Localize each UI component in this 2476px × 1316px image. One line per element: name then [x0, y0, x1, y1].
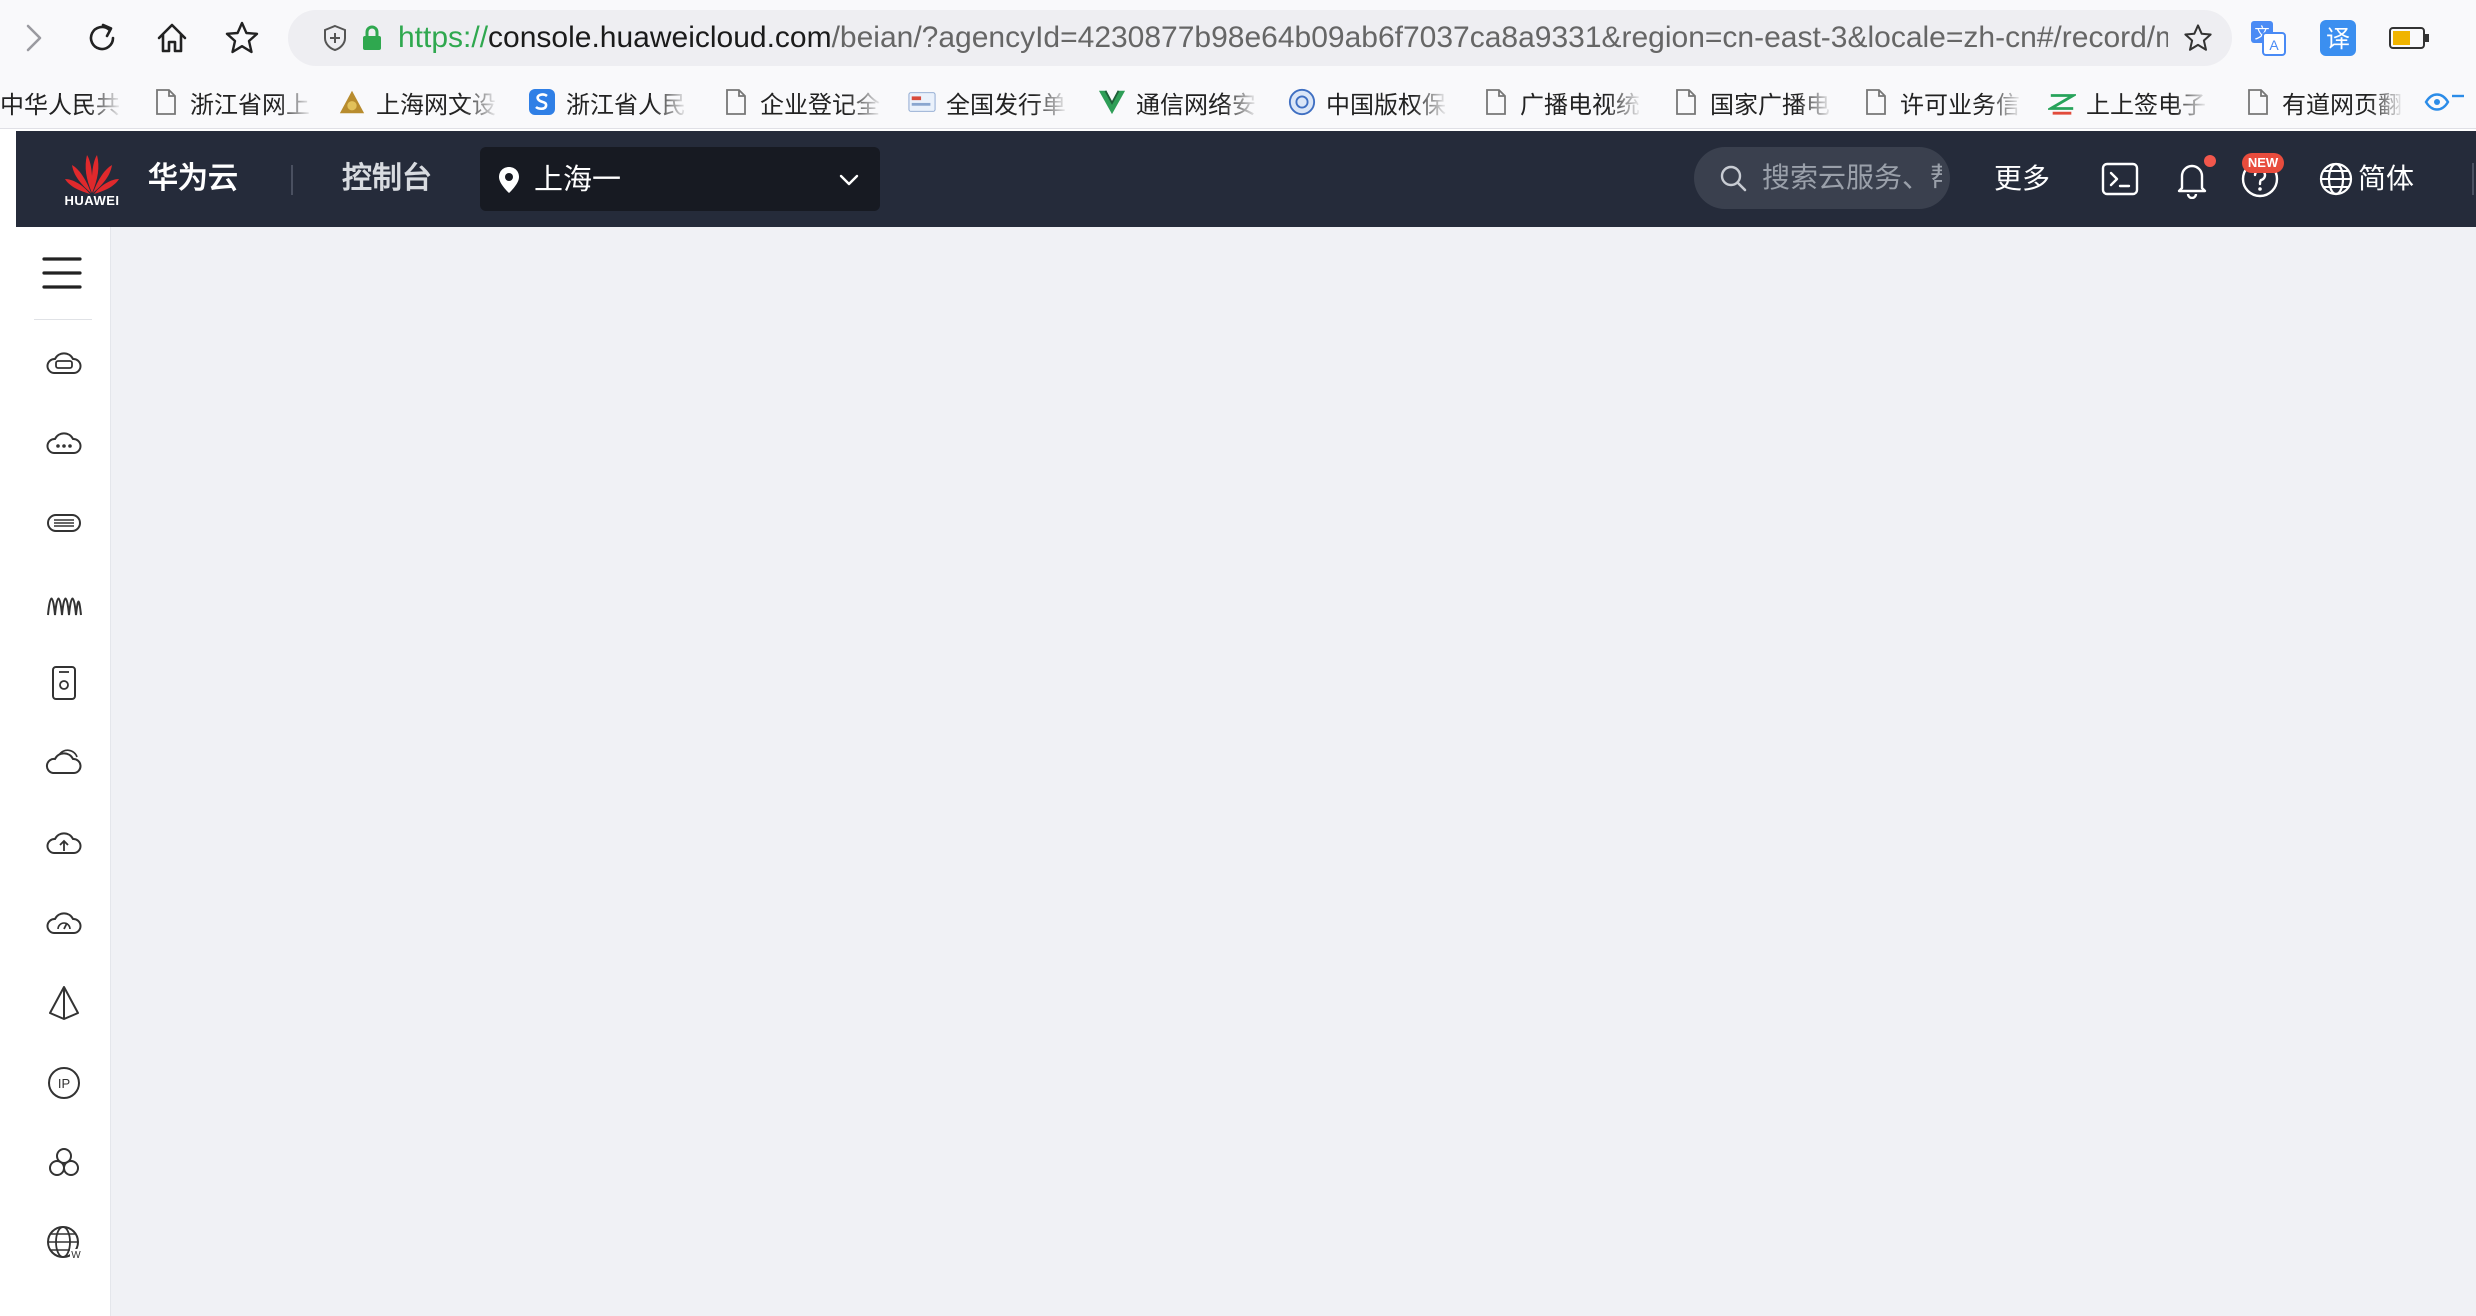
- bookmark-item[interactable]: 广播电视统: [1482, 76, 1642, 128]
- header-divider: [2472, 163, 2474, 195]
- page-icon: [1672, 88, 1700, 116]
- url-scheme: https://: [398, 21, 489, 54]
- location-pin-icon: [496, 165, 522, 195]
- bookmark-label: 企业登记全: [760, 90, 880, 119]
- bookmark-label: 浙江省网上: [190, 90, 310, 119]
- page-icon: [722, 88, 750, 116]
- ecs-icon[interactable]: [42, 341, 86, 385]
- menu-icon[interactable]: [42, 255, 82, 291]
- home-icon[interactable]: [148, 14, 196, 62]
- bookmark-item[interactable]: 上海网文设: [338, 76, 498, 128]
- region-label: 上海一: [534, 162, 622, 196]
- url-text[interactable]: https://console.huaweicloud.com/beian/?a…: [398, 10, 2168, 66]
- bookmark-label: 浙江省人民: [566, 90, 686, 119]
- svg-text:W: W: [71, 1250, 81, 1261]
- modelarts-icon[interactable]: [42, 981, 86, 1025]
- console-header: HUAWEI 华为云 控制台 上海一 更多 NEW 简体: [16, 131, 2476, 227]
- bookmark-item[interactable]: 上上签电子: [2048, 76, 2208, 128]
- console-link[interactable]: 控制台: [342, 131, 432, 227]
- green-v-icon: [1098, 88, 1126, 116]
- bookmark-item[interactable]: 通信网络安: [1098, 76, 1258, 128]
- bookmark-label: 上上签电子: [2086, 90, 2206, 119]
- search-icon: [1718, 163, 1748, 193]
- language-switch[interactable]: 简体: [2358, 131, 2414, 227]
- bookmark-item[interactable]: 浙江省人民: [528, 76, 688, 128]
- page-icon: [1482, 88, 1510, 116]
- service-sidebar: IP W: [16, 227, 111, 1316]
- bookmark-item[interactable]: 有道网页翻: [2244, 76, 2404, 128]
- translate-extension-icon[interactable]: 文A: [2244, 14, 2292, 62]
- youdao-translate-icon[interactable]: 译: [2314, 14, 2362, 62]
- battery-icon[interactable]: [2386, 14, 2434, 62]
- bookmark-label: 广播电视统: [1520, 90, 1640, 119]
- bookmark-label: 有道网页翻: [2282, 90, 2402, 119]
- bookmark-item[interactable]: 企业登记全: [722, 76, 882, 128]
- notification-dot: [2204, 155, 2216, 167]
- cloud-monitor-icon[interactable]: [42, 901, 86, 945]
- bookmark-label: 通信网络安: [1136, 90, 1256, 119]
- page-icon: [152, 88, 180, 116]
- more-bookmarks-icon[interactable]: [2424, 76, 2464, 128]
- svg-text:IP: IP: [58, 1076, 70, 1091]
- svg-text:A: A: [2269, 37, 2279, 53]
- page-icon: [1862, 88, 1890, 116]
- svg-text:译: 译: [2326, 25, 2350, 53]
- lock-icon[interactable]: [360, 24, 384, 52]
- chevron-down-icon: [838, 169, 860, 191]
- web-globe-icon[interactable]: W: [42, 1221, 86, 1265]
- address-bar[interactable]: https://console.huaweicloud.com/beian/?a…: [288, 10, 2232, 66]
- header-divider: [291, 165, 293, 195]
- bookmarks-bar: 中华人民共 浙江省网上 上海网文设 浙江省人民 企业登记全 全国发行单 通信网络…: [0, 76, 2476, 129]
- bestsign-icon: [2048, 88, 2076, 116]
- storage-icon[interactable]: [42, 661, 86, 705]
- bookmark-label: 许可业务信: [1900, 90, 2020, 119]
- emblem-icon: [338, 88, 366, 116]
- bookmark-item[interactable]: 浙江省网上: [152, 76, 312, 128]
- bookmark-item[interactable]: 许可业务信: [1862, 76, 2022, 128]
- search-input[interactable]: [1762, 147, 1942, 209]
- bookmark-label: 中华人民共: [0, 90, 120, 119]
- bookmark-item[interactable]: 中华人民共: [0, 76, 122, 128]
- tracking-shield-icon[interactable]: [320, 23, 350, 53]
- bookmark-item[interactable]: 全国发行单: [908, 76, 1068, 128]
- new-badge: NEW: [2242, 153, 2284, 173]
- url-path: /beian/?agencyId=4230877b98e64b09ab6f703…: [831, 21, 2168, 54]
- autoscaling-icon[interactable]: [42, 581, 86, 625]
- eip-icon[interactable]: IP: [42, 1061, 86, 1105]
- more-menu[interactable]: 更多: [1994, 131, 2050, 227]
- bookmark-label: 中国版权保: [1326, 90, 1446, 119]
- browser-toolbar: https://console.huaweicloud.com/beian/?a…: [0, 0, 2476, 76]
- logo-wordmark: HUAWEI: [64, 193, 120, 208]
- brand-name[interactable]: 华为云: [148, 131, 238, 227]
- service-search[interactable]: [1694, 147, 1950, 209]
- url-domain: console.huaweicloud.com: [488, 21, 832, 54]
- bookmark-item[interactable]: 国家广播电: [1672, 76, 1832, 128]
- bookmark-label: 上海网文设: [376, 90, 496, 119]
- cloud-more-icon[interactable]: [42, 421, 86, 465]
- sidebar-divider: [34, 319, 92, 320]
- bookmark-label: 国家广播电: [1710, 90, 1830, 119]
- bookmark-item[interactable]: 中国版权保: [1288, 76, 1448, 128]
- blue-s-icon: [528, 88, 556, 116]
- page-icon: [2244, 88, 2272, 116]
- cloud-upload-icon[interactable]: [42, 821, 86, 865]
- seal-icon: [1288, 88, 1316, 116]
- bookmark-star-icon[interactable]: [218, 14, 266, 62]
- cloud-shell-icon[interactable]: [2098, 157, 2142, 201]
- region-selector[interactable]: 上海一: [480, 147, 880, 211]
- card-icon: [908, 88, 936, 116]
- forward-icon[interactable]: [10, 14, 58, 62]
- cloud-backup-icon[interactable]: [42, 741, 86, 785]
- reload-icon[interactable]: [78, 14, 126, 62]
- cluster-icon[interactable]: [42, 1141, 86, 1185]
- bms-icon[interactable]: [42, 501, 86, 545]
- main-content: [111, 227, 2476, 1316]
- page-star-icon[interactable]: [2182, 22, 2214, 54]
- globe-icon[interactable]: [2314, 157, 2358, 201]
- bookmark-label: 全国发行单: [946, 90, 1066, 119]
